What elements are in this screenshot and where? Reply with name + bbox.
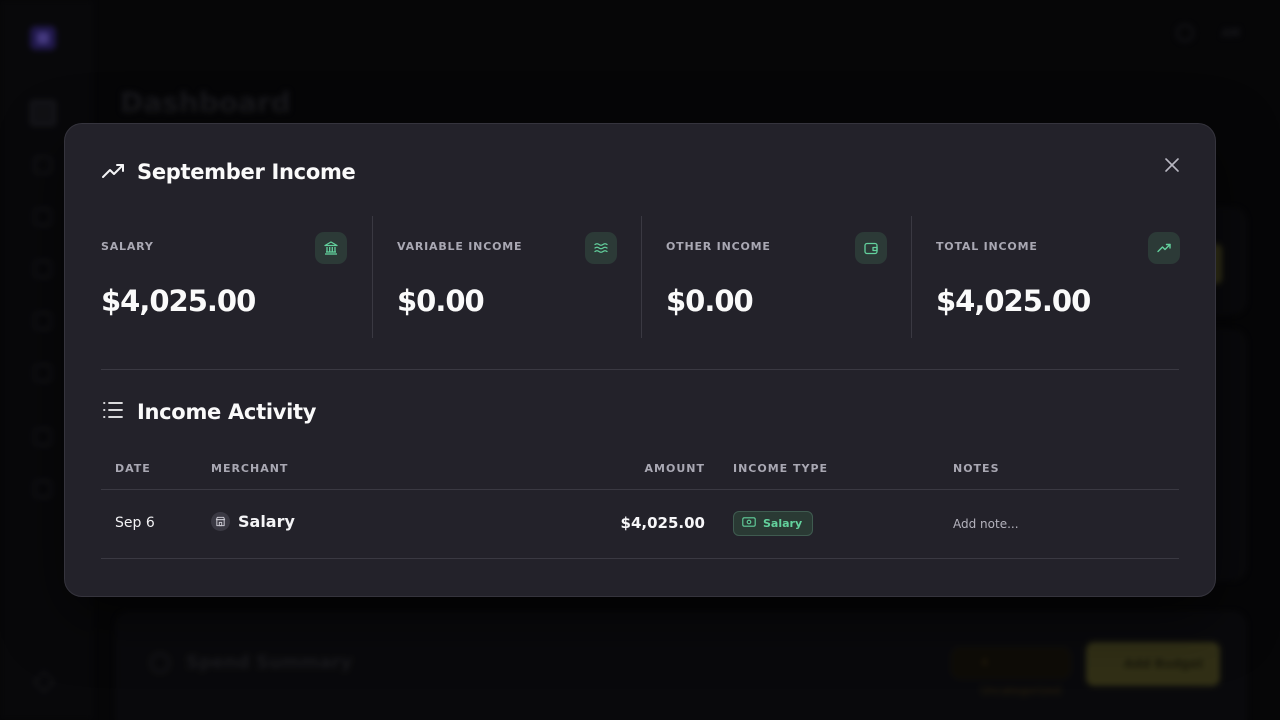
income-type-badge[interactable]: Salary — [733, 511, 814, 536]
income-stats: SALARY $4,025.00 VARIABLE INCOME $0.00 O… — [101, 216, 1180, 338]
close-icon — [1164, 157, 1180, 177]
section-divider — [101, 369, 1179, 370]
cash-icon — [742, 517, 756, 530]
table-header: DATE MERCHANT AMOUNT INCOME TYPE NOTES — [101, 452, 1179, 490]
row-date: Sep 6 — [115, 515, 155, 531]
notes-input[interactable]: Add note... — [953, 517, 1019, 531]
wallet-icon — [855, 232, 887, 264]
table-row[interactable]: Sep 6 Salary $4,025.00 Salary Add note..… — [101, 490, 1179, 559]
list-icon — [101, 398, 125, 426]
column-header-notes[interactable]: NOTES — [953, 462, 1000, 475]
income-modal: September Income SALARY $4,025.00 VARIAB… — [64, 123, 1216, 597]
stat-label: TOTAL INCOME — [936, 240, 1038, 253]
activity-title: Income Activity — [137, 400, 317, 424]
stat-value: $0.00 — [666, 284, 754, 318]
close-button[interactable] — [1159, 154, 1185, 180]
activity-header: Income Activity — [101, 398, 316, 426]
stat-value: $0.00 — [397, 284, 485, 318]
stat-variable-income: VARIABLE INCOME $0.00 — [372, 216, 641, 338]
waves-icon — [585, 232, 617, 264]
stat-value: $4,025.00 — [101, 284, 256, 318]
modal-header: September Income — [101, 160, 356, 184]
column-header-date[interactable]: DATE — [115, 462, 151, 475]
column-header-income-type[interactable]: INCOME TYPE — [733, 462, 828, 475]
modal-title: September Income — [137, 160, 356, 184]
income-type-label: Salary — [763, 517, 803, 530]
row-amount: $4,025.00 — [620, 514, 705, 532]
column-header-amount[interactable]: AMOUNT — [645, 462, 705, 475]
stat-total-income: TOTAL INCOME $4,025.00 — [911, 216, 1180, 338]
stat-other-income: OTHER INCOME $0.00 — [641, 216, 911, 338]
merchant-name: Salary — [238, 512, 295, 531]
bank-icon — [315, 232, 347, 264]
trending-up-icon — [1148, 232, 1180, 264]
income-activity-table: DATE MERCHANT AMOUNT INCOME TYPE NOTES S… — [101, 452, 1179, 559]
column-header-merchant[interactable]: MERCHANT — [211, 462, 288, 475]
stat-value: $4,025.00 — [936, 284, 1091, 318]
row-merchant: Salary — [211, 512, 295, 531]
stat-salary: SALARY $4,025.00 — [101, 216, 372, 338]
store-icon — [211, 512, 230, 531]
trending-up-icon — [101, 160, 125, 184]
